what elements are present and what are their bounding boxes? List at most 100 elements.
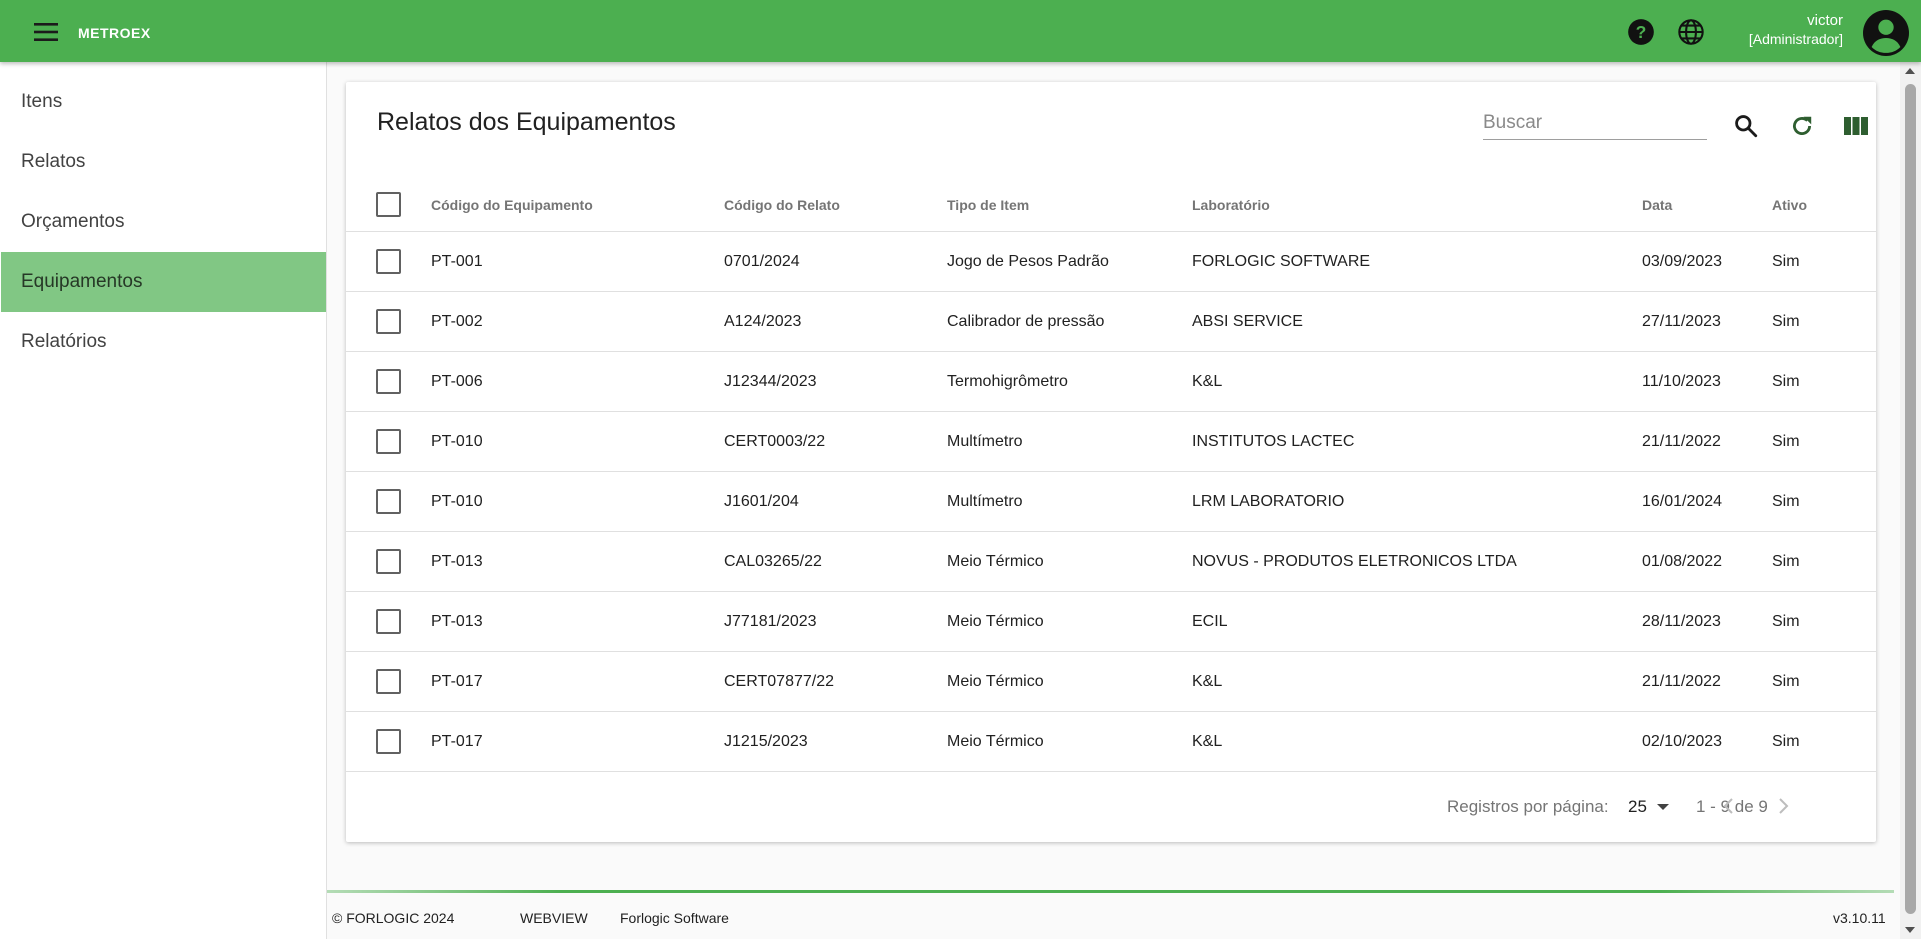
scrollbar[interactable] [1900, 62, 1921, 939]
search-input[interactable] [1483, 106, 1707, 139]
cell-laboratorio: K&L [1192, 373, 1223, 390]
sidebar-item-relatorios[interactable]: Relatórios [1, 312, 326, 372]
cell-laboratorio: ABSI SERVICE [1192, 313, 1303, 330]
scroll-up-arrow-icon[interactable] [1905, 68, 1915, 74]
user-info[interactable]: victor [Administrador] [1749, 12, 1843, 48]
cell-codigo-equipamento: PT-006 [431, 373, 483, 390]
cell-data: 21/11/2022 [1642, 673, 1721, 690]
cell-laboratorio: ECIL [1192, 613, 1228, 630]
column-header-ativo[interactable]: Ativo [1772, 197, 1807, 213]
cell-codigo-equipamento: PT-017 [431, 673, 483, 690]
footer-webview: WEBVIEW [520, 910, 588, 926]
table-row[interactable]: PT-002 A124/2023 Calibrador de pressão A… [346, 292, 1876, 352]
cell-codigo-relato: J1601/204 [724, 493, 799, 510]
cell-ativo: Sim [1772, 373, 1800, 390]
table-header: Código do Equipamento Código do Relato T… [346, 178, 1876, 232]
refresh-icon[interactable] [1786, 110, 1818, 142]
table-row[interactable]: PT-010 J1601/204 Multímetro LRM LABORATO… [346, 472, 1876, 532]
column-header-tipo-item[interactable]: Tipo de Item [947, 197, 1029, 213]
cell-laboratorio: K&L [1192, 733, 1223, 750]
cell-laboratorio: K&L [1192, 673, 1223, 690]
cell-codigo-relato: J77181/2023 [724, 613, 817, 630]
sidebar-item-relatos[interactable]: Relatos [1, 132, 326, 192]
cell-codigo-relato: CERT07877/22 [724, 673, 834, 690]
menu-icon[interactable] [30, 18, 62, 46]
rows-per-page-select[interactable]: 25 [1628, 792, 1680, 822]
equipment-reports-card: Relatos dos Equipamentos Código do Equip… [346, 82, 1876, 842]
row-checkbox[interactable] [376, 729, 401, 754]
account-circle-icon[interactable] [1863, 10, 1909, 56]
column-header-laboratorio[interactable]: Laboratório [1192, 197, 1270, 213]
sidebar: Itens Relatos Orçamentos Equipamentos Re… [0, 62, 327, 939]
row-checkbox[interactable] [376, 369, 401, 394]
row-checkbox[interactable] [376, 669, 401, 694]
scrollbar-thumb[interactable] [1905, 84, 1916, 914]
sidebar-item-orcamentos[interactable]: Orçamentos [1, 192, 326, 252]
table-row[interactable]: PT-017 J1215/2023 Meio Térmico K&L 02/10… [346, 712, 1876, 772]
rows-per-page-value: 25 [1628, 797, 1647, 816]
row-checkbox[interactable] [376, 249, 401, 274]
cell-ativo: Sim [1772, 253, 1800, 270]
sidebar-item-equipamentos[interactable]: Equipamentos [1, 252, 326, 312]
cell-tipo-item: Jogo de Pesos Padrão [947, 253, 1109, 270]
table-row[interactable]: PT-013 J77181/2023 Meio Térmico ECIL 28/… [346, 592, 1876, 652]
row-checkbox[interactable] [376, 609, 401, 634]
cell-tipo-item: Multímetro [947, 433, 1023, 450]
cell-laboratorio: FORLOGIC SOFTWARE [1192, 253, 1371, 270]
columns-icon[interactable] [1840, 110, 1872, 142]
cell-data: 01/08/2022 [1642, 553, 1723, 570]
search-field [1483, 106, 1707, 140]
cell-codigo-equipamento: PT-002 [431, 313, 483, 330]
cell-data: 03/09/2023 [1642, 253, 1723, 270]
row-checkbox[interactable] [376, 549, 401, 574]
cell-ativo: Sim [1772, 673, 1800, 690]
row-checkbox[interactable] [376, 309, 401, 334]
cell-ativo: Sim [1772, 733, 1800, 750]
cell-data: 28/11/2023 [1642, 613, 1721, 630]
cell-codigo-equipamento: PT-001 [431, 253, 483, 270]
row-checkbox[interactable] [376, 429, 401, 454]
column-header-codigo-relato[interactable]: Código do Relato [724, 197, 840, 213]
sidebar-item-label: Equipamentos [21, 271, 143, 292]
cell-ativo: Sim [1772, 313, 1800, 330]
help-icon[interactable]: ? [1626, 17, 1656, 47]
column-header-codigo-equipamento[interactable]: Código do Equipamento [431, 197, 593, 213]
top-app-bar: METROEX ? victor [Administrador] [0, 0, 1921, 62]
sidebar-item-itens[interactable]: Itens [1, 72, 326, 132]
globe-icon[interactable] [1676, 17, 1706, 47]
footer-divider [327, 890, 1894, 893]
row-checkbox[interactable] [376, 489, 401, 514]
cell-tipo-item: Meio Térmico [947, 613, 1044, 630]
cell-tipo-item: Meio Térmico [947, 553, 1044, 570]
footer-copyright: © FORLOGIC 2024 [332, 910, 455, 926]
cell-ativo: Sim [1772, 433, 1800, 450]
rows-per-page-label: Registros por página: [1447, 797, 1609, 816]
dropdown-arrow-icon [1656, 798, 1669, 816]
cell-data: 16/01/2024 [1642, 493, 1723, 510]
column-header-data[interactable]: Data [1642, 197, 1672, 213]
cell-ativo: Sim [1772, 613, 1800, 630]
cell-codigo-equipamento: PT-010 [431, 493, 483, 510]
table-row[interactable]: PT-013 CAL03265/22 Meio Térmico NOVUS - … [346, 532, 1876, 592]
select-all-checkbox[interactable] [376, 192, 401, 217]
cell-tipo-item: Calibrador de pressão [947, 313, 1105, 330]
cell-tipo-item: Meio Térmico [947, 673, 1044, 690]
cell-data: 21/11/2022 [1642, 433, 1721, 450]
search-icon[interactable] [1730, 110, 1762, 142]
cell-laboratorio: LRM LABORATORIO [1192, 493, 1345, 510]
footer-version: v3.10.11 [1833, 910, 1886, 926]
cell-codigo-equipamento: PT-013 [431, 553, 483, 570]
cell-codigo-equipamento: PT-010 [431, 433, 483, 450]
sidebar-item-label: Orçamentos [21, 211, 125, 232]
svg-text:?: ? [1636, 22, 1647, 42]
table-row[interactable]: PT-001 0701/2024 Jogo de Pesos Padrão FO… [346, 232, 1876, 292]
scroll-down-arrow-icon[interactable] [1905, 927, 1915, 933]
table-row[interactable]: PT-010 CERT0003/22 Multímetro INSTITUTOS… [346, 412, 1876, 472]
table-row[interactable]: PT-017 CERT07877/22 Meio Térmico K&L 21/… [346, 652, 1876, 712]
footer: © FORLOGIC 2024 WEBVIEW Forlogic Softwar… [327, 890, 1894, 939]
cell-codigo-equipamento: PT-013 [431, 613, 483, 630]
chevron-right-icon[interactable] [1766, 789, 1800, 823]
chevron-left-icon[interactable] [1712, 789, 1746, 823]
table-row[interactable]: PT-006 J12344/2023 Termohigrômetro K&L 1… [346, 352, 1876, 412]
sidebar-item-label: Itens [21, 91, 63, 112]
